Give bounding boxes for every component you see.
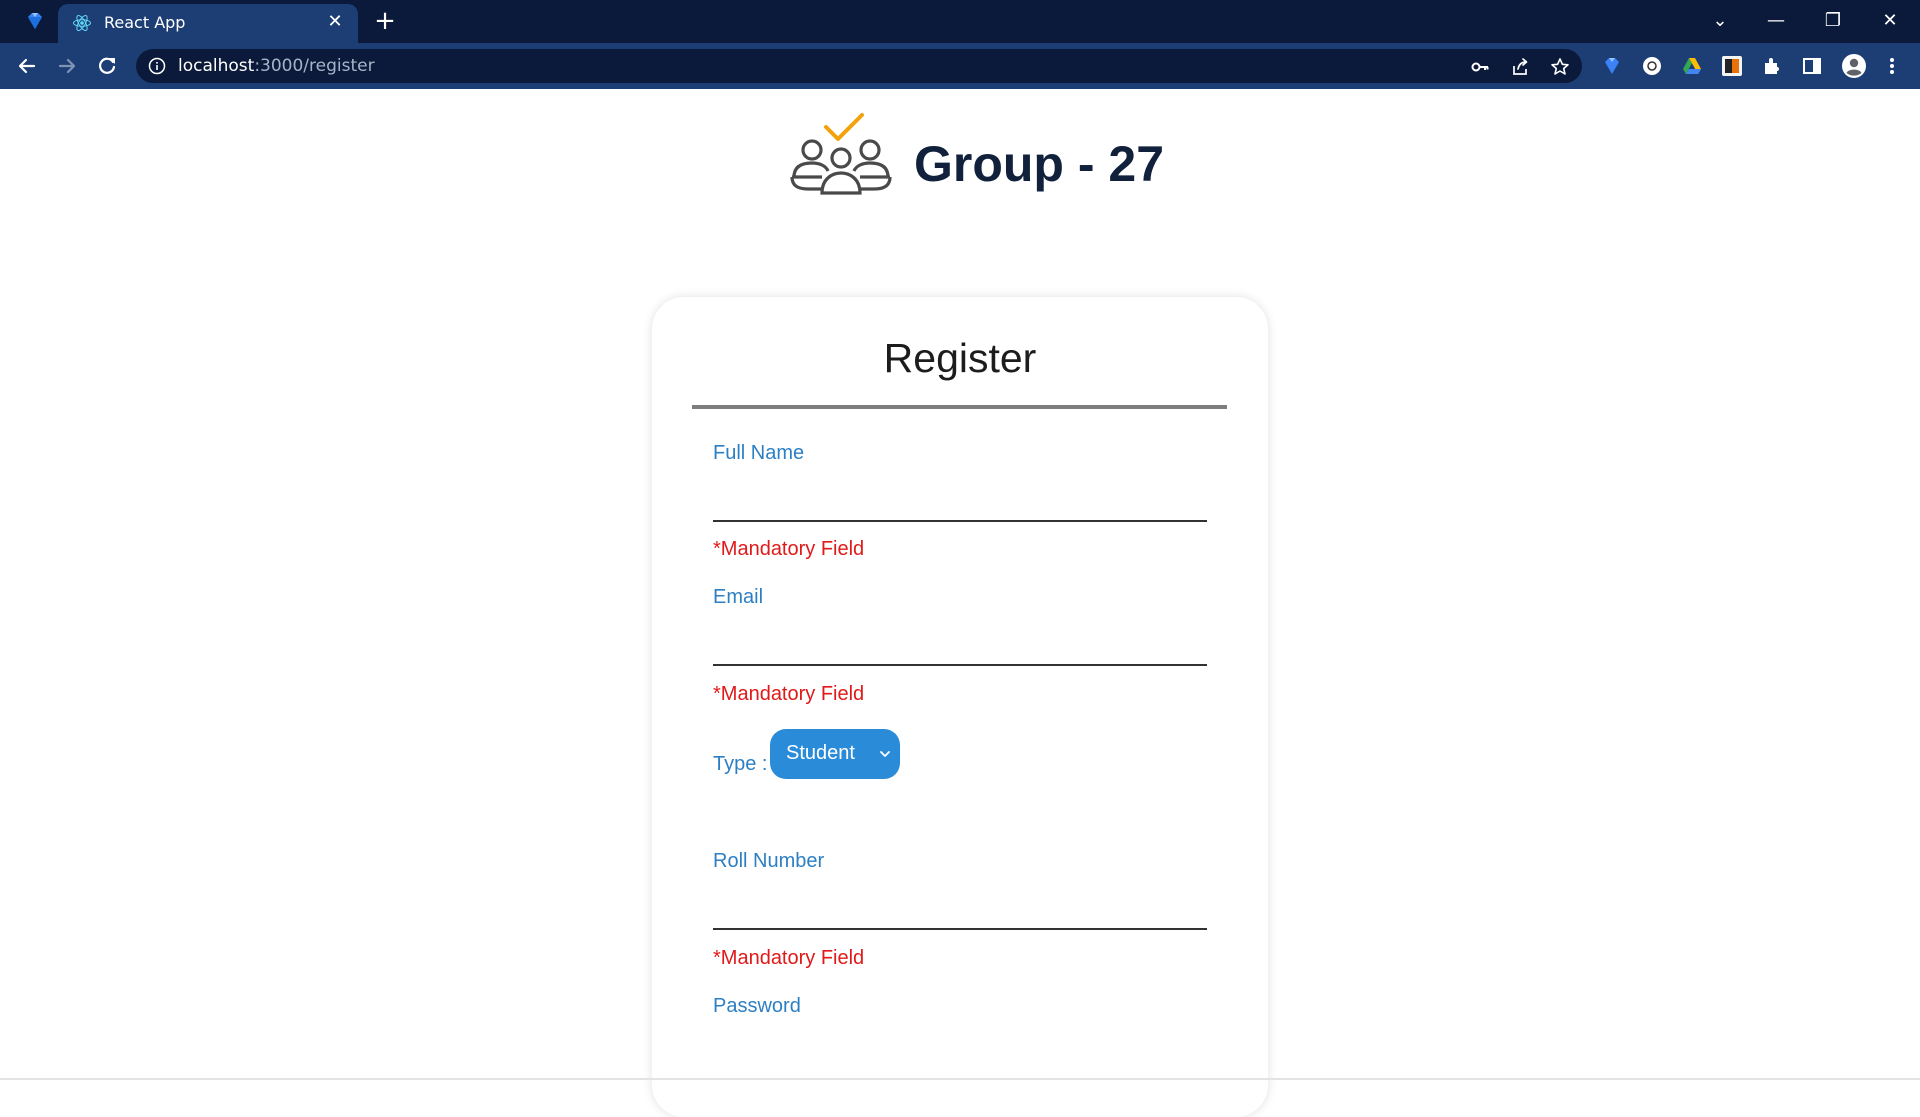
restore-button[interactable]: ❐ <box>1813 4 1853 38</box>
tab-search-icon[interactable]: ⌄ <box>1700 4 1740 38</box>
side-panel-icon[interactable] <box>1801 55 1823 77</box>
extensions-puzzle-icon[interactable] <box>1761 55 1783 77</box>
roll-number-error: *Mandatory Field <box>713 947 865 969</box>
site-info-icon[interactable] <box>148 57 166 75</box>
new-tab-button[interactable]: + <box>372 8 398 35</box>
gem-icon[interactable] <box>24 10 46 32</box>
address-bar[interactable]: localhost:3000/register <box>136 49 1582 83</box>
bookmark-star-icon[interactable] <box>1550 57 1570 77</box>
url-text[interactable]: localhost:3000/register <box>178 56 375 76</box>
browser-tabstrip: React App ✕ + ⌄ — ❐ ✕ <box>0 0 1920 43</box>
share-icon[interactable] <box>1510 57 1530 77</box>
reload-icon[interactable] <box>92 51 122 81</box>
browser-toolbar: localhost:3000/register <box>0 43 1920 89</box>
type-select-value: Student <box>786 742 855 764</box>
email-underline <box>713 664 1207 666</box>
full-name-input[interactable] <box>713 483 1207 519</box>
tab-title: React App <box>104 13 186 32</box>
brand-title: Group - 27 <box>914 136 1165 192</box>
page: Group - 27 Register Full Name *Mandatory… <box>0 89 1920 1117</box>
roll-number-underline <box>713 928 1207 930</box>
roll-number-label: Roll Number <box>713 850 825 872</box>
lighthouse-icon[interactable] <box>1721 55 1743 77</box>
email-error: *Mandatory Field <box>713 683 865 705</box>
type-label: Type : <box>713 753 768 775</box>
tab-close-icon[interactable]: ✕ <box>324 11 346 33</box>
group-team-logo-icon <box>790 113 892 195</box>
email-label: Email <box>713 586 764 608</box>
key-icon[interactable] <box>1470 57 1490 77</box>
full-name-error: *Mandatory Field <box>713 538 865 560</box>
extension-circle-icon[interactable] <box>1641 55 1663 77</box>
password-label: Password <box>713 995 801 1017</box>
full-name-label: Full Name <box>713 442 805 464</box>
close-window-button[interactable]: ✕ <box>1870 4 1910 38</box>
browser-menu-icon[interactable] <box>1881 55 1903 77</box>
full-name-underline <box>713 520 1207 522</box>
back-icon[interactable] <box>12 51 42 81</box>
forward-icon[interactable] <box>52 51 82 81</box>
title-divider <box>692 405 1227 409</box>
email-input[interactable] <box>713 627 1207 663</box>
register-title: Register <box>883 335 1037 381</box>
react-icon <box>73 14 91 32</box>
drive-icon[interactable] <box>1681 55 1703 77</box>
browser-tab-active[interactable]: React App ✕ <box>58 4 358 43</box>
type-select[interactable]: Student <box>770 729 900 779</box>
url-path: :3000/register <box>254 56 375 76</box>
url-host: localhost <box>178 56 255 76</box>
minimize-button[interactable]: — <box>1756 4 1796 38</box>
roll-number-input[interactable] <box>713 891 1207 927</box>
chevron-down-icon <box>880 751 890 757</box>
gem-extension-icon[interactable] <box>1601 55 1623 77</box>
profile-avatar-icon[interactable] <box>1841 53 1867 79</box>
register-card: Register Full Name *Mandatory Field Emai… <box>652 297 1268 1117</box>
